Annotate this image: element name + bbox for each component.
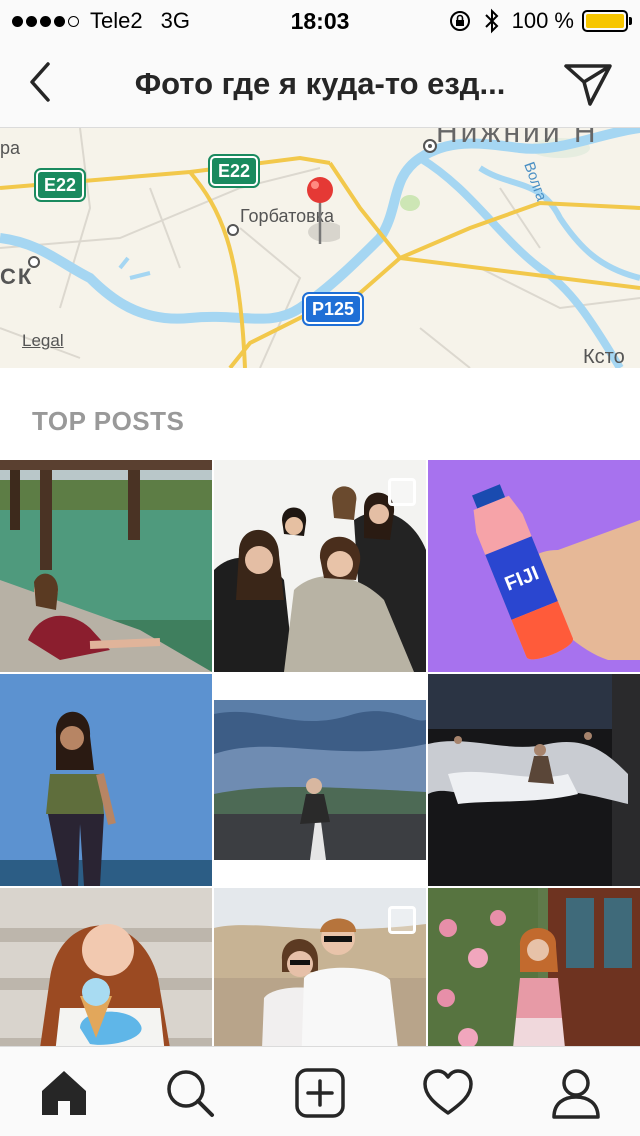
heart-icon [423,1069,473,1115]
post-image [428,674,640,886]
profile-icon [552,1069,600,1119]
location-map[interactable]: ра Нижний Н Горбатовка Волга ск Ксто E22… [0,128,640,368]
tab-new-post[interactable] [292,1065,348,1121]
post-image [0,460,212,672]
map-background [0,128,640,368]
rotation-lock-icon [449,11,470,31]
post-girl-blue-sky[interactable] [0,674,212,886]
map-label-top-city: Нижний Н [436,128,599,149]
map-label-left-city: ск [0,264,34,289]
map-legal-link[interactable]: Legal [22,331,64,351]
post-image [0,674,212,886]
chevron-left-icon [30,62,50,102]
top-posts-header: TOP POSTS [32,406,185,436]
map-label-bottom-right: Ксто [583,346,625,368]
post-image [214,674,426,886]
multiple-photos-icon [388,478,416,506]
map-label-top-left: ра [0,138,21,158]
road-badge-p125: P125 [301,292,365,326]
tab-activity[interactable] [420,1065,476,1121]
road-badge-e22-left: E22 [33,168,87,202]
search-icon [167,1070,214,1117]
bluetooth-icon [484,8,499,34]
multiple-photos-icon [388,906,416,934]
add-post-icon [295,1068,345,1118]
tab-bar [0,1046,640,1136]
map-pin-icon [307,177,340,244]
posts-grid: FIJI [0,460,640,1100]
status-bar: Tele2 3G 18:03 100 % [0,0,640,40]
battery-percent: 100 % [511,8,574,33]
nav-bar: Фото где я куда-то езд... [0,40,640,128]
tab-home[interactable] [36,1065,92,1121]
app-root: Tele2 3G 18:03 100 % Фото где я куда-то … [0,0,640,1136]
back-button[interactable] [18,58,66,106]
road-badge-e22-center: E22 [207,154,261,188]
battery-icon [582,10,632,32]
post-girl-on-road[interactable] [214,674,426,886]
status-right: 100 % [448,8,632,34]
tab-search[interactable] [162,1065,218,1121]
post-sea-waves[interactable] [428,674,640,886]
share-button[interactable] [562,58,614,110]
post-image: FIJI [428,460,640,672]
post-group-of-girls[interactable] [214,460,426,672]
page-title: Фото где я куда-то езд... [134,66,506,101]
post-fiji-bottle[interactable]: FIJI [428,460,640,672]
home-icon [42,1071,86,1115]
tab-profile[interactable] [548,1065,604,1121]
paper-plane-icon [564,64,612,106]
post-girl-in-pool[interactable] [0,460,212,672]
battery-fill [586,14,624,28]
